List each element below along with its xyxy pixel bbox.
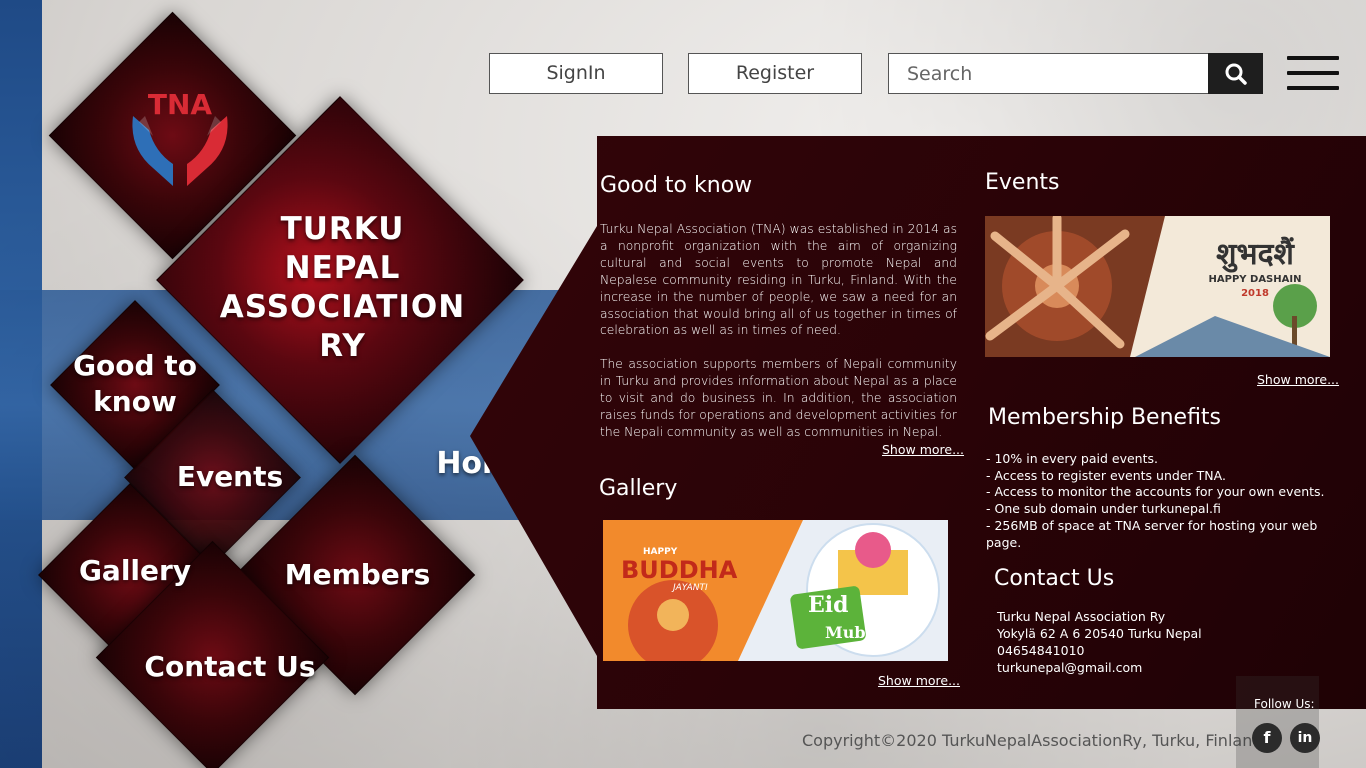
follow-us-box bbox=[1236, 676, 1319, 768]
nav-events[interactable]: Events bbox=[165, 460, 295, 493]
gallery-title: Gallery bbox=[599, 476, 678, 501]
contact-email[interactable]: turkunepal@gmail.com bbox=[997, 659, 1257, 676]
events-banner-subtitle: HAPPY DASHAIN bbox=[1209, 274, 1302, 285]
good-to-know-title: Good to know bbox=[600, 173, 753, 198]
membership-benefits-list: - 10% in every paid events. - Access to … bbox=[986, 451, 1356, 551]
events-show-more-link[interactable]: Show more... bbox=[1257, 372, 1339, 387]
copyright-text: Copyright©2020 TurkuNepalAssociationRy, … bbox=[802, 731, 1263, 750]
gallery-image1-line3: JAYANTI bbox=[671, 583, 708, 593]
contact-info: Turku Nepal Association Ry Yokylä 62 A 6… bbox=[997, 608, 1257, 676]
search-icon bbox=[1225, 63, 1247, 85]
brand-line: RY bbox=[319, 328, 366, 364]
search-button[interactable] bbox=[1208, 53, 1263, 94]
hamburger-icon[interactable] bbox=[1287, 56, 1339, 90]
list-item: - Access to register events under TNA. bbox=[986, 467, 1226, 483]
nav-members[interactable]: Members bbox=[280, 558, 435, 591]
list-item: - 256MB of space at TNA server for hosti… bbox=[986, 517, 1318, 550]
list-item: - One sub domain under turkunepal.fi bbox=[986, 501, 1221, 517]
contact-phone[interactable]: 04654841010 bbox=[997, 642, 1257, 659]
gallery-image[interactable]: HAPPY BUDDHA JAYANTI Eid Mubarak bbox=[603, 520, 948, 661]
membership-benefits-title: Membership Benefits bbox=[988, 405, 1222, 430]
brand-name: TURKU NEPAL ASSOCIATION RY bbox=[215, 210, 470, 366]
nav-gallery[interactable]: Gallery bbox=[70, 554, 200, 587]
events-image[interactable]: शुभदशैं HAPPY DASHAIN 2018 bbox=[985, 216, 1330, 357]
contact-org: Turku Nepal Association Ry bbox=[997, 609, 1166, 624]
good-to-know-show-more-link[interactable]: Show more... bbox=[882, 442, 964, 457]
nav-contact-us[interactable]: Contact Us bbox=[140, 650, 320, 683]
search-input[interactable] bbox=[888, 53, 1210, 94]
gallery-show-more-link[interactable]: Show more... bbox=[878, 673, 960, 688]
events-banner-year: 2018 bbox=[1241, 288, 1269, 299]
follow-us-label: Follow Us: bbox=[1254, 697, 1315, 711]
register-button[interactable]: Register bbox=[688, 53, 862, 94]
gallery-image1-line2: BUDDHA bbox=[621, 556, 738, 584]
brand-line: ASSOCIATION bbox=[219, 289, 466, 325]
facebook-icon[interactable]: f bbox=[1252, 723, 1282, 753]
tna-logo[interactable]: TNA bbox=[125, 86, 235, 196]
contact-address: Yokylä 62 A 6 20540 Turku Nepal bbox=[997, 626, 1202, 641]
about-paragraph: The association supports members of Nepa… bbox=[600, 357, 957, 439]
gallery-image2-line2: Mubarak bbox=[825, 623, 907, 642]
nav-good-to-know[interactable]: Good to know bbox=[60, 348, 210, 420]
contact-us-title: Contact Us bbox=[994, 566, 1115, 591]
logo-text: TNA bbox=[148, 88, 213, 121]
brand-line: TURKU bbox=[280, 211, 405, 247]
brand-line: NEPAL bbox=[284, 250, 401, 286]
events-title: Events bbox=[985, 170, 1060, 195]
list-item: - 10% in every paid events. bbox=[986, 451, 1158, 466]
list-item: - Access to monitor the accounts for you… bbox=[986, 484, 1325, 500]
linkedin-icon[interactable]: in bbox=[1290, 723, 1320, 753]
good-to-know-text: Turku Nepal Association (TNA) was establ… bbox=[600, 221, 957, 441]
gallery-image2-line1: Eid bbox=[808, 592, 849, 618]
about-paragraph: Turku Nepal Association (TNA) was establ… bbox=[600, 222, 957, 338]
signin-button[interactable]: SignIn bbox=[489, 53, 663, 94]
events-banner-title: शुभदशैं bbox=[1216, 236, 1295, 273]
